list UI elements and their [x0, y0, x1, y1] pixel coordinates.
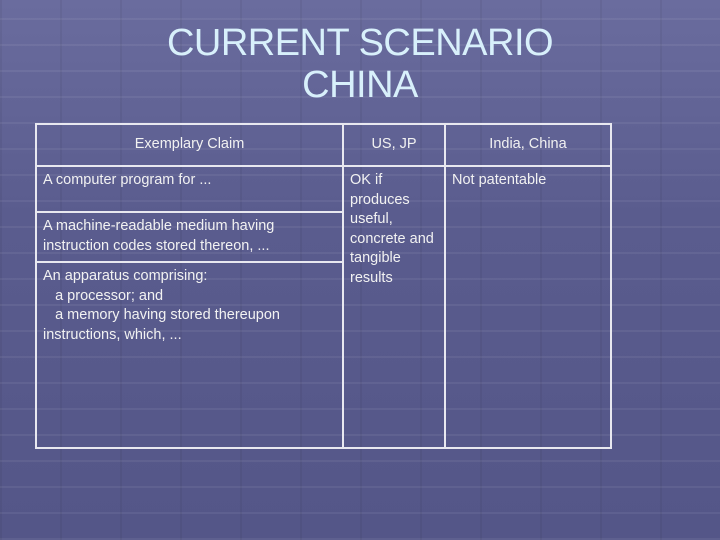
- slide-title: CURRENT SCENARIO CHINA: [0, 22, 720, 106]
- claims-table: Exemplary Claim US, JP India, China A co…: [35, 123, 612, 449]
- title-line-1: CURRENT SCENARIO: [166, 22, 554, 64]
- header-exemplary-claim: Exemplary Claim: [35, 123, 344, 167]
- header-row: Exemplary Claim US, JP India, China: [35, 123, 612, 167]
- claim-apparatus: An apparatus comprising: a processor; an…: [35, 261, 344, 449]
- header-india-china: India, China: [444, 123, 612, 167]
- table-row: A computer program for ... OK if produce…: [35, 165, 612, 449]
- claim-machine-readable-medium: A machine-readable medium having instruc…: [35, 211, 344, 263]
- header-us-jp: US, JP: [342, 123, 446, 167]
- india-china-status: Not patentable: [444, 165, 612, 449]
- title-line-2: CHINA: [302, 64, 418, 106]
- claim-computer-program: A computer program for ...: [35, 165, 344, 213]
- us-jp-status: OK if produces useful, concrete and tang…: [342, 165, 446, 449]
